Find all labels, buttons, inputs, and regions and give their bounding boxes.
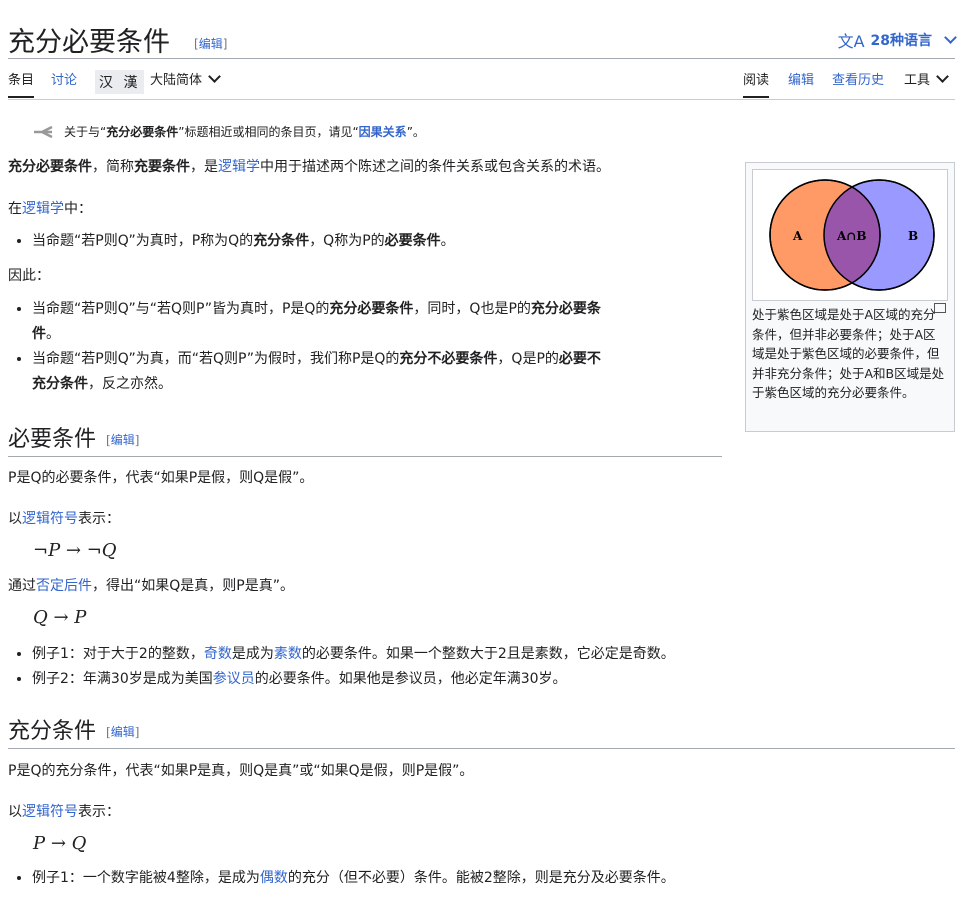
list-item: 当命题“若P则Q”为真时，P称为Q的充分条件，Q称为P的必要条件。 [32, 229, 732, 254]
logic-link[interactable]: 逻辑学 [218, 159, 260, 175]
hatnote-link[interactable]: 因果关系 [359, 125, 407, 139]
logic-link[interactable]: 逻辑学 [22, 201, 64, 217]
tab-read[interactable]: 阅读 [743, 72, 770, 98]
chevron-down-icon [944, 30, 957, 44]
necessary-examples: 例子1：对于大于2的整数，奇数是成为素数的必要条件。如果一个整数大于2且是素数，… [8, 642, 932, 692]
section-divider [8, 456, 722, 457]
formula-q-implies-p: Q → P [33, 607, 87, 628]
contrapositive-text: 通过否定后件，得出“如果Q是真，则P是真”。 [8, 578, 294, 594]
label-a-intersect-b: A∩B [836, 229, 867, 243]
logic-symbol-link[interactable]: 逻辑符号 [22, 511, 78, 527]
venn-diagram-image[interactable]: A A∩B B [752, 169, 948, 301]
title-edit-link[interactable]: [编辑] [194, 35, 227, 52]
tab-article[interactable]: 条目 [8, 72, 35, 98]
even-number-link[interactable]: 偶数 [260, 870, 288, 886]
section-divider [8, 748, 955, 749]
list-item: 例子1：一个数字能被4整除，是成为偶数的充分（但不必要）条件。能被2整除，则是充… [32, 866, 932, 891]
hatnote-text: 关于与“充分必要条件”标题相近或相同的条目页，请见“因果关系”。 [64, 125, 425, 139]
prime-link[interactable]: 素数 [274, 646, 302, 662]
label-a: A [792, 229, 803, 243]
chevron-down-icon [936, 70, 949, 83]
figure-caption: 处于紫色区域是处于A区域的充分条件，但并非必要条件；处于A区域是处于紫色区域的必… [752, 307, 945, 400]
necessary-definition: P是Q的必要条件，代表“如果P是假，则Q是假”。 [8, 470, 314, 486]
list-item: 当命题“若P则Q”为真，而“若Q则P”为假时，我们称P是Q的充分不必要条件，Q是… [32, 347, 732, 397]
sufficient-symbol-intro: 以逻辑符号表示： [8, 804, 120, 820]
language-count: 28种语言 [870, 33, 932, 49]
tools-menu[interactable]: 工具 [904, 70, 949, 90]
disambiguation-icon [34, 125, 53, 138]
necessary-symbol-intro: 以逻辑符号表示： [8, 511, 120, 527]
section-edit-link[interactable]: [编辑] [106, 433, 139, 447]
label-b: B [908, 229, 918, 243]
section-heading-necessary: 必要条件 [编辑] [8, 427, 140, 452]
tab-history[interactable]: 查看历史 [832, 72, 884, 90]
list-item: 例子1：对于大于2的整数，奇数是成为素数的必要条件。如果一个整数大于2且是素数，… [32, 642, 932, 667]
hatnote: 关于与“充分必要条件”标题相近或相同的条目页，请见“因果关系”。 [32, 123, 425, 140]
in-logic-paragraph: 在逻辑学中： [8, 201, 92, 217]
sufficient-definition: P是Q的充分条件，代表“如果P是真，则Q是真”或“如果Q是假，则P是假”。 [8, 763, 474, 779]
odd-number-link[interactable]: 奇数 [204, 646, 232, 662]
venn-figure: A A∩B B 处于紫色区域是处于A区域的充分条件，但并非必要条件；处于A区域是… [745, 162, 955, 432]
intro-paragraph: 充分必要条件，简称充要条件，是逻辑学中用于描述两个陈述之间的条件关系或包含关系的… [8, 159, 610, 175]
section-edit-link[interactable]: [编辑] [106, 725, 139, 739]
tab-edit[interactable]: 编辑 [788, 72, 814, 90]
formula-not-p-implies-not-q: ¬P → ¬Q [33, 540, 117, 561]
list-item: 当命题“若P则Q”与“若Q则P”皆为真时，P是Q的充分必要条件，同时，Q也是P的… [32, 297, 732, 347]
title-row: 充分必要条件 [编辑] 文A 28种语言 [8, 16, 957, 60]
therefore-text: 因此： [8, 268, 50, 284]
venn-diagram: A A∩B B [769, 179, 935, 291]
list-item: 例子2：年满30岁是成为美国参议员的必要条件。如果他是参议员，他必定年满30岁。 [32, 667, 932, 692]
senator-link[interactable]: 参议员 [213, 671, 255, 687]
page-tabs: 条目 讨论 汉 漢 大陆简体 阅读 编辑 查看历史 工具 [8, 66, 955, 100]
definition-list: 当命题“若P则Q”为真时，P称为Q的充分条件，Q称为P的必要条件。 [8, 229, 732, 254]
consequence-list: 当命题“若P则Q”与“若Q则P”皆为真时，P是Q的充分必要条件，同时，Q也是P的… [8, 297, 732, 397]
chevron-down-icon [208, 70, 221, 83]
logic-symbol-link[interactable]: 逻辑符号 [22, 804, 78, 820]
modus-tollens-link[interactable]: 否定后件 [36, 578, 92, 594]
variant-toggle[interactable]: 汉 漢 [95, 70, 145, 94]
sufficient-examples: 例子1：一个数字能被4整除，是成为偶数的充分（但不必要）条件。能被2整除，则是充… [8, 866, 932, 891]
formula-p-implies-q: P → Q [33, 833, 87, 854]
variant-select[interactable]: 大陆简体 [150, 70, 221, 90]
tab-talk[interactable]: 讨论 [51, 72, 77, 90]
language-button[interactable]: 文A 28种语言 [837, 28, 957, 52]
page-title: 充分必要条件 [8, 27, 170, 58]
section-heading-sufficient: 充分条件 [编辑] [8, 719, 140, 744]
translate-icon: 文A [837, 32, 865, 51]
title-divider [8, 58, 955, 59]
